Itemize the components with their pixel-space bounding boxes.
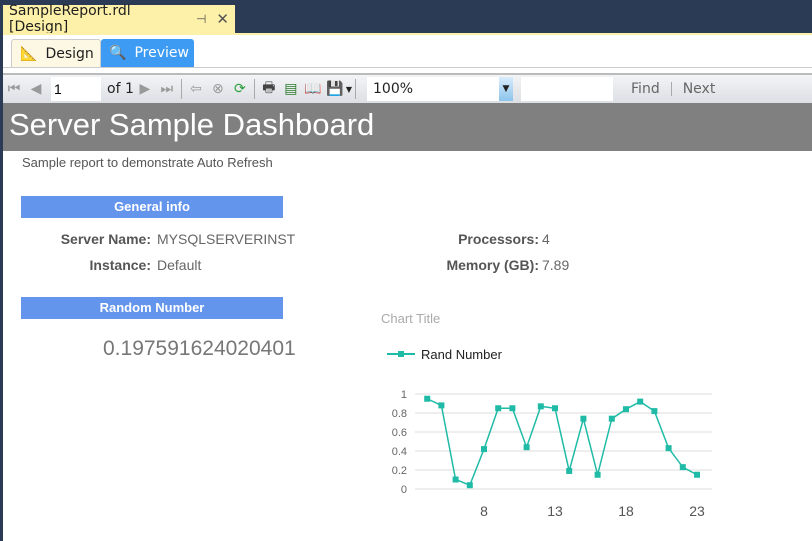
y-tick-label: 0.2 [392, 465, 407, 477]
data-point [424, 395, 431, 402]
x-tick-label: 23 [689, 503, 705, 519]
data-point [481, 446, 487, 453]
data-point [580, 415, 587, 422]
y-tick-label: 0.4 [392, 446, 407, 458]
data-point [452, 476, 459, 483]
data-point [523, 444, 530, 451]
data-point [594, 471, 601, 478]
data-point [608, 415, 615, 422]
data-point [552, 405, 558, 412]
data-point [509, 405, 516, 412]
y-tick-label: 1 [401, 389, 407, 401]
legend-label: Rand Number [421, 347, 503, 362]
line-chart: Rand Number00.20.40.60.818 13 18 23 [387, 347, 712, 519]
data-point [679, 464, 686, 471]
x-tick-label: 18 [618, 503, 634, 519]
data-point [466, 482, 473, 489]
data-point [651, 408, 658, 415]
y-tick-label: 0.6 [392, 427, 407, 439]
y-tick-label: 0 [401, 484, 407, 496]
report-designer-window: 📐Design 🔍Preview ⏮ ◀ of 1 ▶ ⏭ ⇦ ⊗ ⟳ 🖶 ▤ … [3, 33, 812, 541]
x-tick-label: 8 [480, 503, 488, 519]
x-tick-label: 13 [547, 503, 563, 519]
data-point [566, 467, 573, 474]
legend-marker [398, 351, 404, 357]
data-point [495, 405, 502, 412]
data-point [537, 403, 544, 410]
data-point [665, 445, 672, 452]
data-point [438, 402, 445, 409]
data-point [637, 398, 644, 405]
data-point [623, 406, 629, 413]
data-point [694, 471, 700, 478]
y-tick-label: 0.8 [392, 408, 407, 420]
